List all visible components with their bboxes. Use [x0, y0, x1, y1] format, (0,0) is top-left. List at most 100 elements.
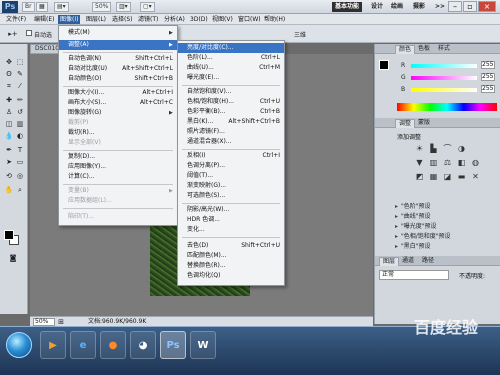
menu-filter[interactable]: 滤镜(T) [136, 15, 160, 24]
quick-select-tool-icon[interactable]: ✎ [15, 70, 25, 78]
wps-icon[interactable]: W [190, 331, 216, 359]
eyedropper-tool-icon[interactable]: ⁄ [15, 82, 25, 90]
tab-swatches[interactable]: 色板 [415, 45, 433, 54]
menu-item-adjustments[interactable]: 调整(A) [59, 40, 177, 50]
start-button-icon[interactable] [6, 332, 32, 358]
workspace-photography[interactable]: 摄影 [410, 2, 428, 12]
menu-item-shadows-highlights[interactable]: 阴影/高光(W)... [178, 205, 284, 215]
blend-mode-select[interactable]: 正常 [379, 270, 449, 280]
menu-layer[interactable]: 图层(L) [84, 15, 108, 24]
menu-help[interactable]: 帮助(H) [262, 15, 287, 24]
shape-tool-icon[interactable]: ▭ [15, 158, 25, 166]
menu-item-duplicate[interactable]: 复制(D)... [59, 152, 177, 162]
move-tool-preset-icon[interactable]: ▸+ [6, 30, 20, 38]
menu-item-posterize[interactable]: 色调分离(P)... [178, 161, 284, 171]
tab-color[interactable]: 颜色 [395, 45, 416, 54]
history-brush-tool-icon[interactable]: ↺ [15, 108, 25, 116]
path-select-tool-icon[interactable]: ➤ [4, 158, 14, 166]
firefox-icon[interactable]: ● [100, 331, 126, 359]
quick-mask-icon[interactable]: ◙ [8, 254, 18, 262]
workspace-design[interactable]: 设计 [368, 2, 386, 12]
tab-adjustments[interactable]: 调整 [395, 119, 416, 128]
gradient-tool-icon[interactable]: ▥ [15, 120, 25, 128]
hand-tool-icon[interactable]: ✋ [4, 186, 14, 194]
black-white-adjust-icon[interactable]: ◧ [457, 158, 466, 167]
move-tool-icon[interactable]: ✥ [4, 58, 14, 66]
dodge-tool-icon[interactable]: ◐ [15, 132, 25, 140]
photo-filter-adjust-icon[interactable]: ◍ [471, 158, 480, 167]
menu-item-image-rotation[interactable]: 图像旋转(G) [59, 108, 177, 118]
threshold-adjust-icon[interactable]: ◪ [443, 172, 452, 181]
menu-window[interactable]: 窗口(W) [236, 15, 263, 24]
tab-masks[interactable]: 蒙版 [415, 119, 433, 128]
slider-r[interactable] [411, 64, 477, 68]
menu-item-trim[interactable]: 裁切(R)... [59, 128, 177, 138]
menu-item-channel-mixer[interactable]: 通道混合器(X)... [178, 137, 284, 147]
3d-orbit-tool-icon[interactable]: ◎ [15, 172, 25, 180]
slider-b[interactable] [411, 88, 477, 92]
screen-mode-button[interactable]: ▢▾ [140, 2, 155, 12]
bridge-button[interactable]: Br [22, 2, 35, 12]
zoom-field[interactable]: 50% [33, 318, 55, 326]
arrange-documents-button[interactable]: ▥▾ [116, 2, 131, 12]
preset-hue-saturation[interactable]: "色相/饱和度"预设 [401, 232, 491, 241]
zoom-level-select[interactable]: 50% [92, 2, 112, 12]
menu-item-apply-image[interactable]: 应用图像(Y)... [59, 162, 177, 172]
selective-color-adjust-icon[interactable]: ✕ [471, 172, 480, 181]
crop-tool-icon[interactable]: ⌗ [4, 82, 14, 90]
preset-levels[interactable]: "色阶"预设 [401, 202, 491, 211]
foreground-color-swatch[interactable] [4, 230, 14, 240]
menu-item-hdr-toning[interactable]: HDR 色调... [178, 215, 284, 225]
brush-tool-icon[interactable]: ✏ [15, 96, 25, 104]
exposure-adjust-icon[interactable]: ◑ [457, 144, 466, 153]
media-player-icon[interactable]: ▶ [40, 331, 66, 359]
auto-select-checkbox[interactable] [26, 30, 32, 36]
tab-channels[interactable]: 通道 [399, 257, 417, 266]
preset-exposure[interactable]: "曝光度"预设 [401, 222, 491, 231]
curves-adjust-icon[interactable]: ⌒ [443, 144, 452, 153]
lasso-tool-icon[interactable]: ʘ [4, 70, 14, 78]
tab-paths[interactable]: 路径 [419, 257, 437, 266]
slider-r-value[interactable]: 255 [481, 61, 495, 69]
clone-stamp-tool-icon[interactable]: ♙ [4, 108, 14, 116]
menu-item-calculations[interactable]: 计算(C)... [59, 172, 177, 182]
qq-icon[interactable]: ◕ [130, 331, 156, 359]
menu-analysis[interactable]: 分析(A) [162, 15, 187, 24]
menu-item-vibrance[interactable]: 自然饱和度(V)... [178, 87, 284, 97]
healing-brush-tool-icon[interactable]: ✚ [4, 96, 14, 104]
menu-item-gradient-map[interactable]: 渐变映射(G)... [178, 181, 284, 191]
color-spectrum-bar[interactable] [397, 103, 497, 111]
menu-view[interactable]: 视图(V) [210, 15, 235, 24]
menu-select[interactable]: 选择(S) [110, 15, 135, 24]
menu-item-mode[interactable]: 模式(M) [59, 28, 177, 38]
brightness-adjust-icon[interactable]: ☀ [415, 144, 424, 153]
zoom-tool-icon[interactable]: ⌕ [15, 186, 25, 194]
menu-file[interactable]: 文件(F) [4, 15, 28, 24]
marquee-tool-icon[interactable]: ⬚ [15, 58, 25, 66]
vibrance-adjust-icon[interactable]: ▼ [415, 158, 424, 167]
panel-foreground-swatch[interactable] [379, 60, 389, 70]
menu-item-replace-color[interactable]: 替换颜色(R)... [178, 261, 284, 271]
menu-3d[interactable]: 3D(D) [188, 15, 210, 24]
minibridge-button[interactable]: ▦ [36, 2, 48, 12]
levels-adjust-icon[interactable]: ▙ [429, 144, 438, 153]
close-icon[interactable]: × [478, 1, 496, 12]
invert-adjust-icon[interactable]: ◩ [415, 172, 424, 181]
menu-item-photo-filter[interactable]: 照片滤镜(F)... [178, 127, 284, 137]
view-extras-button[interactable]: ▤▾ [54, 2, 69, 12]
posterize-adjust-icon[interactable]: ▦ [429, 172, 438, 181]
eraser-tool-icon[interactable]: ◫ [4, 120, 14, 128]
photoshop-taskbar-icon[interactable]: Ps [160, 331, 186, 359]
menu-item-threshold[interactable]: 阈值(T)... [178, 171, 284, 181]
menu-item-variations[interactable]: 变化... [178, 225, 284, 235]
menu-item-equalize[interactable]: 色调均化(Q) [178, 271, 284, 281]
slider-b-value[interactable]: 255 [481, 85, 495, 93]
menu-item-selective-color[interactable]: 可选颜色(S)... [178, 191, 284, 201]
workspace-essentials[interactable]: 基本功能 [332, 2, 363, 12]
menu-edit[interactable]: 编辑(E) [32, 15, 56, 24]
status-info-icon[interactable]: ⊞ [57, 318, 65, 326]
slider-g-value[interactable]: 255 [481, 73, 495, 81]
preset-black-white[interactable]: "黑白"预设 [401, 242, 491, 251]
menu-image[interactable]: 图像(I) [58, 15, 81, 24]
tab-styles[interactable]: 样式 [435, 45, 453, 54]
